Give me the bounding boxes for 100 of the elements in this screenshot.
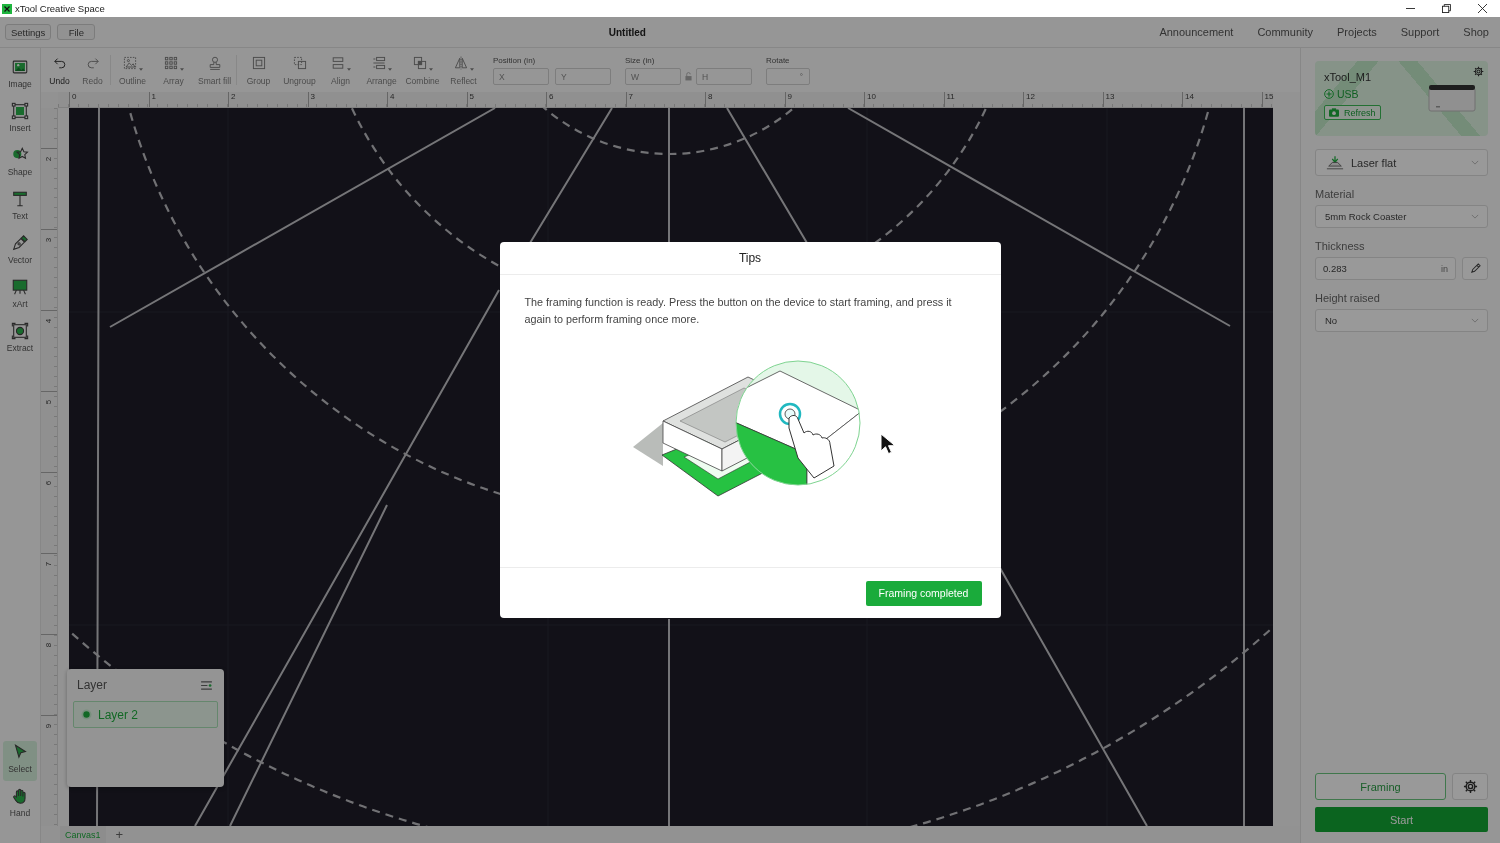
ruler-label: 14 [1184, 92, 1194, 101]
menu-button[interactable]: Settings [5, 24, 52, 40]
pencil-icon [1469, 263, 1481, 274]
coordinate-field[interactable]: W [625, 68, 681, 85]
window-title: xTool Creative Space [15, 3, 105, 14]
ruler-label: 7 [627, 92, 633, 101]
reflect-icon [453, 54, 469, 71]
measure-button[interactable] [1462, 257, 1488, 280]
ruler-label: 7 [45, 561, 53, 567]
easel-icon [11, 278, 29, 296]
toolbar-button[interactable]: Undo [43, 54, 76, 86]
list-menu-icon[interactable] [201, 680, 212, 690]
rotate-field[interactable]: ° [766, 68, 810, 85]
coordinate-field[interactable]: X [493, 68, 549, 85]
image-outline-icon [122, 54, 138, 71]
image-icon [11, 58, 29, 76]
tool-button[interactable]: Extract [3, 320, 37, 360]
nav-link[interactable]: Shop [1463, 26, 1489, 38]
field-label: Rotate [766, 56, 791, 65]
tool-button[interactable]: Shape [3, 144, 37, 184]
grid-icon [163, 54, 179, 71]
nav-link[interactable]: Projects [1337, 26, 1377, 38]
add-tab-button[interactable]: + [113, 826, 126, 843]
ruler-label: 0 [71, 92, 77, 101]
ruler-label: 5 [468, 92, 474, 101]
close-icon [1477, 4, 1487, 13]
ruler-label: 5 [45, 399, 53, 405]
laser-head-icon [1326, 155, 1344, 170]
panel-title: Layer [77, 678, 108, 692]
tool-button[interactable]: Vector [3, 232, 37, 272]
framing-button[interactable]: Framing [1315, 773, 1446, 800]
settings-icon[interactable] [1473, 66, 1484, 77]
laser-machine-icon [1428, 84, 1476, 112]
ruler-label: 3 [45, 237, 53, 243]
framed-circle-icon [11, 322, 29, 340]
tool-button[interactable]: Select [3, 741, 37, 781]
nav-link[interactable]: Announcement [1159, 26, 1234, 38]
status-dot-icon [81, 709, 92, 720]
ruler-label: 9 [45, 723, 53, 729]
document-title: Untitled [607, 26, 647, 38]
tool-button[interactable]: Insert [3, 100, 37, 140]
ruler-label: 6 [548, 92, 554, 101]
ruler-label: 4 [389, 92, 395, 101]
tool-button[interactable]: Image [3, 56, 37, 96]
ruler-label: 6 [45, 480, 53, 486]
restore-icon [1441, 4, 1451, 13]
ruler-label: 4 [45, 318, 53, 324]
align-icon [330, 54, 346, 71]
field-label: Position (in) [493, 56, 537, 65]
app-logo-icon [2, 3, 12, 14]
hand-icon [11, 787, 29, 805]
ruler-label: 13 [1104, 92, 1115, 101]
ruler-label: 2 [45, 156, 53, 162]
combine-icon [412, 54, 428, 71]
text-icon [11, 190, 29, 208]
framing-completed-button[interactable]: Framing completed [865, 580, 982, 606]
tool-button[interactable]: Hand [3, 785, 37, 825]
field-label: Size (in) [625, 56, 656, 65]
start-button[interactable]: Start [1315, 807, 1488, 832]
nav-link[interactable]: Support [1400, 26, 1440, 38]
pen-icon [11, 234, 29, 252]
ruler-label: 9 [786, 92, 792, 101]
unit-label: ° [799, 72, 803, 81]
connection-status: USB [1337, 88, 1359, 100]
layer-item[interactable]: Layer 2 [73, 701, 218, 728]
ruler-label: 2 [230, 92, 236, 101]
mouse-pointer-icon [880, 433, 894, 455]
camera-icon [1329, 108, 1339, 117]
ruler-label: 8 [707, 92, 713, 101]
dialog-message: The framing function is ready. Press the button on the device to start framing, and press it again to perform framing once more. [524, 295, 953, 327]
menu-button[interactable]: File [57, 24, 96, 40]
ruler-label: 1 [150, 92, 156, 101]
nav-link[interactable]: Community [1257, 26, 1313, 38]
device-name: xTool_M1 [1324, 71, 1372, 83]
refresh-button[interactable]: Refresh [1324, 105, 1381, 120]
chevron-down-icon [1471, 318, 1479, 323]
chevron-down-icon [1471, 214, 1479, 219]
ruler-label: 12 [1025, 92, 1035, 101]
arrange-icon [371, 54, 387, 71]
plus-circle-icon [1324, 89, 1334, 99]
tool-button[interactable]: xArt [3, 276, 37, 316]
square-icon [11, 102, 29, 120]
select-dropdown[interactable]: No [1315, 309, 1488, 332]
field-value: 0.283 [1323, 263, 1347, 274]
dialog-title: Tips [738, 251, 762, 265]
ruler-label: 15 [1263, 92, 1274, 101]
ungroup-icon [291, 54, 308, 71]
chevron-down-icon [1471, 160, 1479, 165]
settings-button[interactable] [1452, 773, 1488, 800]
ruler-label: 11 [945, 92, 955, 101]
field-label: Material [1315, 188, 1356, 200]
mode-dropdown[interactable]: Laser flat [1315, 149, 1488, 176]
ruler-label: 8 [45, 642, 53, 648]
settings-icon [1462, 779, 1478, 794]
select-dropdown[interactable]: 5mm Rock Coaster [1315, 205, 1488, 228]
tool-button[interactable]: Text [3, 188, 37, 228]
ruler-label: 10 [866, 92, 876, 101]
field-label: Height raised [1315, 292, 1381, 304]
field-label: Thickness [1315, 240, 1366, 252]
group-icon [250, 54, 267, 71]
